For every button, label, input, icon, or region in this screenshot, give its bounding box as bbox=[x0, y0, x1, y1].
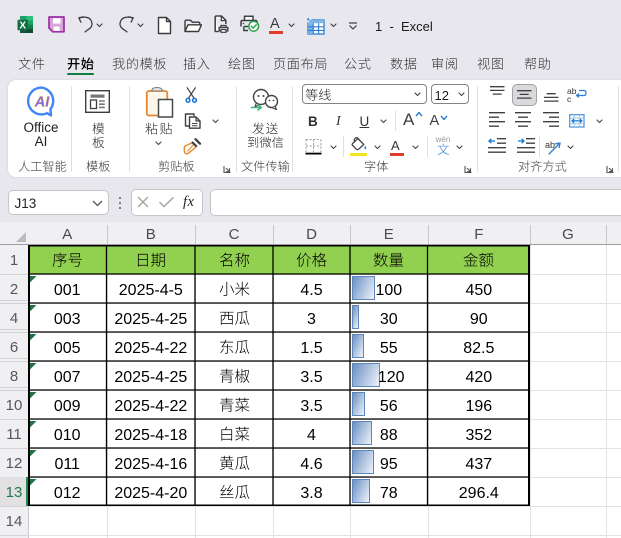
svg-text:X: X bbox=[19, 20, 26, 31]
svg-text:ab: ab bbox=[545, 140, 555, 150]
svg-text:AI: AI bbox=[34, 95, 50, 111]
